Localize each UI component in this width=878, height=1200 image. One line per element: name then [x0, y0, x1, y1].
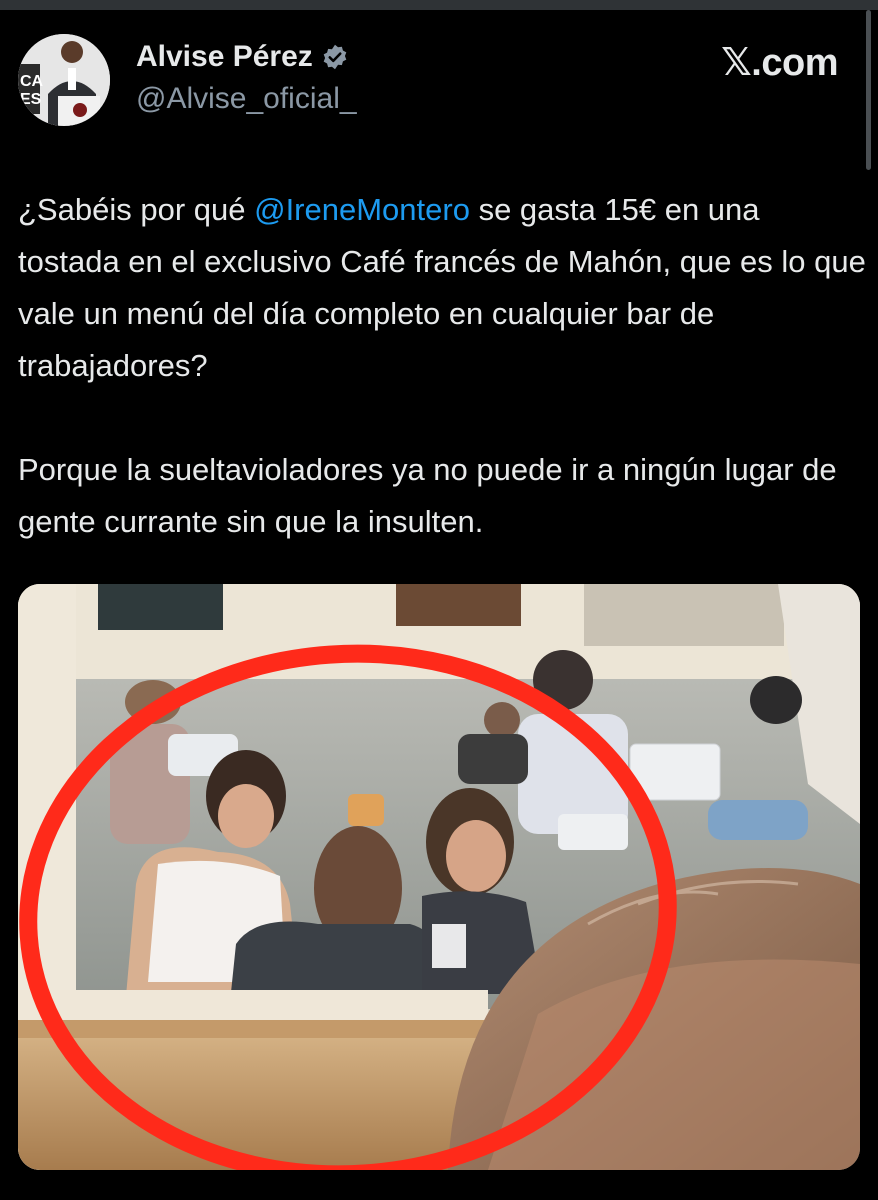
tweet-paragraph-2: Porque la sueltavioladores ya no puede i… — [18, 452, 837, 539]
tweet-text-segment: ¿Sabéis por qué — [18, 192, 255, 227]
author-handle[interactable]: @Alvise_oficial_ — [136, 82, 357, 116]
author-name-row[interactable]: Alvise Pérez — [136, 40, 349, 74]
tweet-photo[interactable] — [18, 584, 860, 1170]
top-divider — [0, 0, 878, 10]
avatar-image: CA ES — [18, 34, 110, 126]
svg-text:ES: ES — [20, 91, 42, 108]
avatar[interactable]: CA ES — [18, 34, 110, 126]
photo-image — [18, 584, 860, 1170]
tweet-paragraph-1: ¿Sabéis por qué @IreneMontero se gasta 1… — [18, 184, 868, 392]
author-name[interactable]: Alvise Pérez — [136, 40, 313, 74]
svg-text:CA: CA — [20, 73, 44, 90]
x-com-brand: 𝕏.com — [721, 40, 838, 85]
mention-link[interactable]: @IreneMontero — [254, 192, 470, 227]
verified-badge-icon — [323, 44, 347, 70]
tweet-text: ¿Sabéis por qué @IreneMontero se gasta 1… — [18, 184, 868, 548]
scrollbar-thumb[interactable] — [866, 10, 871, 170]
brand-label: .com — [751, 42, 838, 84]
x-logo-icon: 𝕏 — [721, 40, 752, 84]
tweet-header: CA ES Alvise Pérez @Alvise_oficial_ 𝕏.co… — [18, 34, 858, 130]
